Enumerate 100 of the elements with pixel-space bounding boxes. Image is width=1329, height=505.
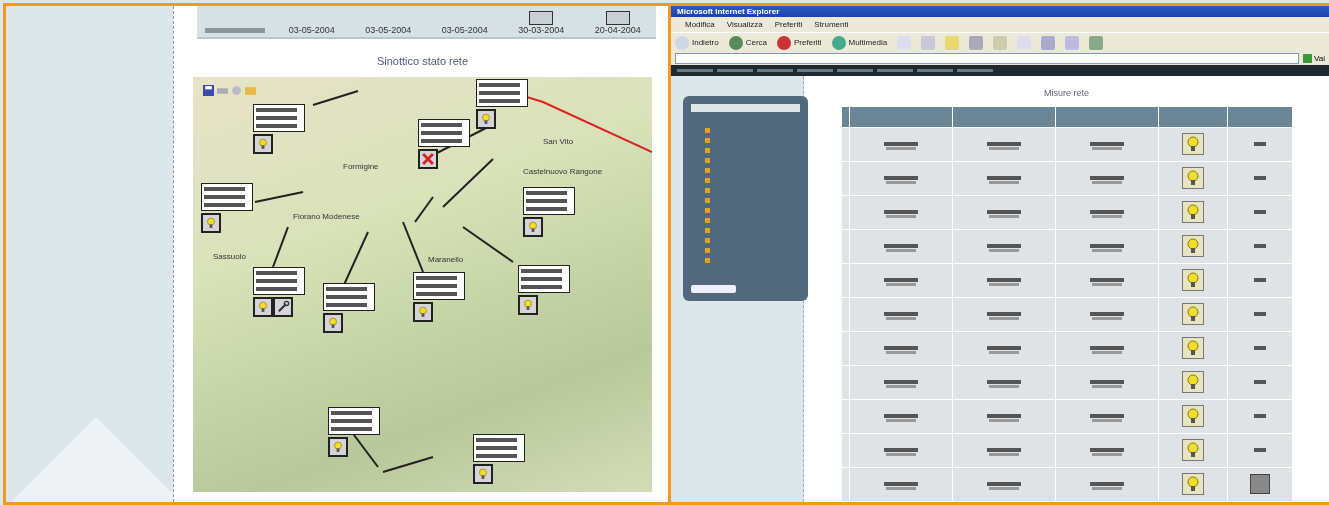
blurred-cell-text-drawing [1089,311,1124,320]
bulb-icon[interactable] [1182,269,1205,291]
toolbar-button[interactable]: Indietro [675,35,719,50]
blurred-cell-text-drawing [986,379,1021,388]
reading-callout-drawing [518,265,570,293]
reading-callout-drawing [253,267,305,295]
page-title: Misure rete [1044,88,1089,98]
bulb-icon[interactable] [1182,201,1205,223]
wrench-icon[interactable] [273,297,293,317]
blurred-label-drawing [205,28,266,33]
reading-callout-drawing [473,434,525,462]
leader-line [462,226,514,263]
bulb-icon[interactable] [1182,405,1205,427]
blurred-cell-text-drawing [883,277,918,286]
blurred-cell-text-drawing [883,481,918,490]
leader-line [254,191,304,203]
blurred-cell-text-drawing [1089,413,1124,422]
place-label: Castelnuovo Rangone [523,167,603,176]
blurred-cell-text-drawing [1089,141,1124,150]
blurred-cell-text-drawing [1253,346,1266,350]
bulb-icon[interactable] [328,437,348,457]
bulb-icon[interactable] [1182,473,1205,495]
bulb-icon[interactable] [253,134,273,154]
reading-callout-drawing [323,283,375,311]
menu-item[interactable]: Modifica [685,19,715,29]
bulb-icon[interactable] [1182,303,1205,325]
blurred-cell-text-drawing [1089,447,1124,456]
toolbar-button[interactable]: Cerca [728,35,768,50]
blurred-cell-text-drawing [986,311,1021,320]
blurred-cell-text-drawing [1089,243,1124,252]
place-label: Sassuolo [213,252,246,261]
bulb-icon[interactable] [523,217,543,237]
window-title: Microsoft Internet Explorer [677,7,780,16]
blurred-cell-text-drawing [986,277,1021,286]
blurred-cell-text-drawing [986,141,1021,150]
place-label: Fiorano Modenese [293,212,360,221]
blurred-cell-text-drawing [986,481,1021,490]
leader-line [272,226,289,268]
blurred-cell-text-drawing [1253,210,1266,214]
blurred-cell-text-drawing [883,243,918,252]
bulb-icon[interactable] [1182,371,1205,393]
place-label: San Vito [543,137,574,146]
blurred-cell-text-drawing [1253,448,1266,452]
blurred-cell-text-drawing [1253,142,1266,146]
status-icon[interactable] [605,11,630,25]
save-icon[interactable] [203,85,214,96]
reading-callout-drawing [413,272,465,300]
blurred-cell-text-drawing [986,413,1021,422]
leader-line [382,456,434,473]
bulb-icon[interactable] [1182,235,1205,257]
blurred-cell-text-drawing [1253,278,1266,282]
reading-callout-drawing [201,183,253,211]
blurred-cell-text-drawing [1253,414,1266,418]
place-label: Maranello [428,255,464,264]
blurred-cell-text-drawing [1089,345,1124,354]
bulb-icon[interactable] [201,213,221,233]
reading-callout-drawing [253,104,305,132]
bulb-icon[interactable] [1182,167,1205,189]
blurred-cell-text-drawing [883,345,918,354]
bulb-icon[interactable] [476,109,496,129]
blurred-cell-text-drawing [986,243,1021,252]
leader-line [312,90,359,106]
bulb-icon[interactable] [1182,337,1205,359]
toolbar-button[interactable]: Multimedia [831,35,888,50]
blurred-cell-text-drawing [1089,481,1124,490]
menu-item[interactable]: Visualizza [726,19,763,29]
date-text: 03-05-2004 [441,25,488,35]
blurred-cell-text-drawing [1253,312,1266,316]
status-icon[interactable] [529,11,554,25]
menu-item[interactable]: Preferiti [774,19,803,29]
bulb-icon[interactable] [473,464,493,484]
blurred-cell-text-drawing [1089,175,1124,184]
menu-item[interactable]: Strumenti [814,19,849,29]
blurred-cell-text-drawing [883,413,918,422]
date-text: 03-05-2004 [288,25,335,35]
blurred-cell-text-drawing [1253,380,1266,384]
date-text: 30-03-2004 [518,25,565,35]
bulb-icon[interactable] [413,302,433,322]
cross-icon[interactable] [418,149,438,169]
date-text: 03-05-2004 [365,25,412,35]
blurred-cell-text-drawing [986,345,1021,354]
blurred-cell-text-drawing [1253,244,1266,248]
bulb-icon[interactable] [323,313,343,333]
blurred-cell-text-drawing [1089,209,1124,218]
blurred-cell-text-drawing [883,175,918,184]
search-field[interactable] [691,104,800,112]
bulb-icon[interactable] [253,297,273,317]
reading-callout-drawing [523,187,575,215]
bulb-icon[interactable] [518,295,538,315]
blurred-cell-text-drawing [1253,176,1266,180]
blurred-cell-text-drawing [883,141,918,150]
date-text: 20-04-2004 [594,25,641,35]
blurred-cell-text-drawing [1089,379,1124,388]
leader-line [442,158,494,208]
toolbar-button[interactable]: Preferiti [777,35,822,50]
bulb-icon[interactable] [1182,133,1205,155]
reading-callout-drawing [418,119,470,147]
place-label: Formigine [343,162,379,171]
go-button[interactable]: Vai [1303,54,1325,64]
bulb-icon[interactable] [1182,439,1205,461]
